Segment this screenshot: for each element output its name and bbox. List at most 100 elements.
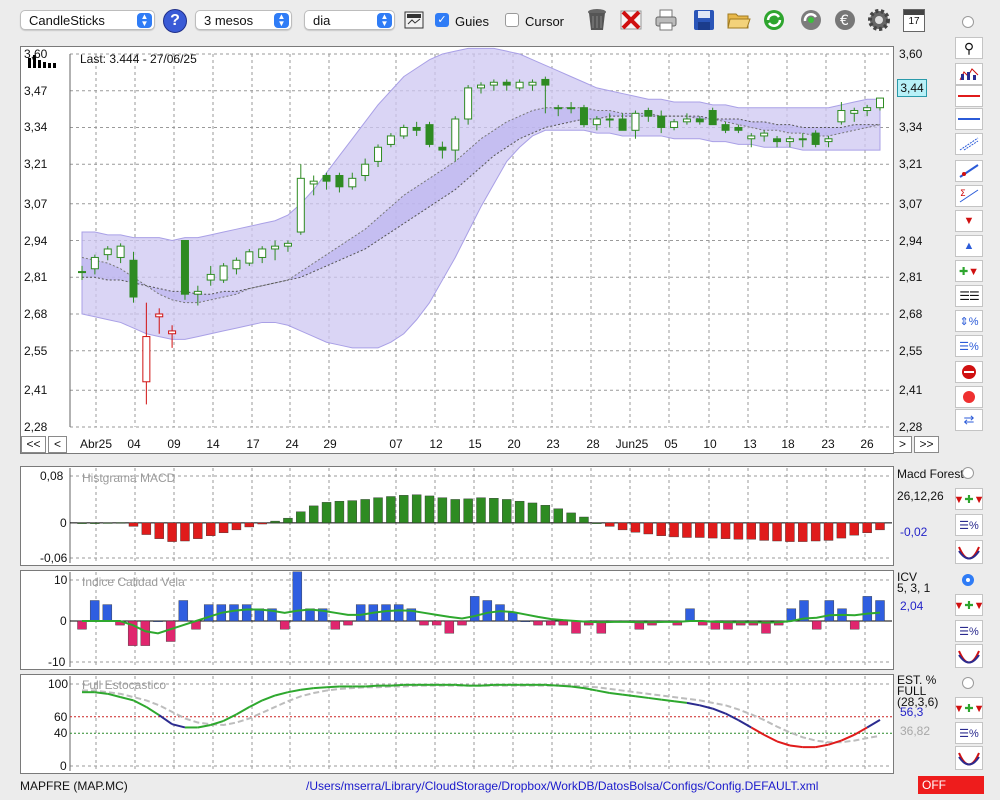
candle-body — [721, 124, 730, 131]
candle-body — [258, 248, 267, 258]
macd-scale-button[interactable]: ☰% — [955, 514, 983, 536]
cursor-label: Cursor — [525, 14, 565, 29]
icv-bar — [545, 620, 556, 626]
nav-next-button[interactable]: > — [893, 436, 912, 453]
record-tool-button[interactable] — [955, 386, 983, 408]
arrow-up-tool-button[interactable]: ▲ — [955, 235, 983, 257]
icv-radio[interactable] — [962, 574, 974, 586]
horizontal-line-red-tool-button[interactable] — [955, 85, 983, 107]
candle-body — [425, 124, 434, 145]
swap-tool-button[interactable]: ⇄ — [955, 409, 983, 431]
macd-signal-button[interactable]: ▼✚▼ — [954, 488, 985, 510]
candle-body — [180, 240, 189, 295]
open-folder-button[interactable] — [725, 6, 753, 34]
update-button[interactable] — [797, 6, 825, 34]
macd-bar — [321, 502, 332, 524]
config-path-link[interactable]: /Users/mserra/Library/CloudStorage/Dropb… — [306, 779, 818, 793]
stochastic-radio[interactable] — [962, 677, 974, 689]
log-percent-tool-button[interactable]: ☰% — [955, 335, 983, 357]
candle-body — [515, 81, 524, 89]
icv-scale-button[interactable]: ☰% — [955, 620, 983, 642]
x-tick-label: 26 — [860, 437, 874, 451]
x-tick-label: 15 — [468, 437, 482, 451]
macd-bar — [115, 522, 126, 524]
x-tick-label: 10 — [703, 437, 717, 451]
plot-area — [70, 571, 892, 668]
fibonacci-tool-button[interactable]: Σ — [955, 185, 983, 207]
channel-tool-button[interactable] — [955, 133, 983, 155]
x-tick-label: 17 — [246, 437, 260, 451]
fibonacci-icon: Σ — [958, 188, 980, 204]
stop-tool-button[interactable] — [955, 361, 983, 383]
candle-body — [309, 180, 318, 185]
chart-type-select[interactable]: CandleSticks ▲ ▼ — [20, 10, 155, 30]
grid-tool-button[interactable]: ☰☰ — [955, 285, 983, 307]
icv-bar — [431, 620, 442, 626]
macd-bar — [746, 522, 756, 540]
nav-first-button[interactable]: << — [21, 436, 46, 453]
calculator-button[interactable] — [400, 6, 428, 34]
x-tick-label: 24 — [285, 437, 299, 451]
delete-button[interactable] — [617, 6, 645, 34]
icv-bar — [330, 620, 341, 630]
macd-bar — [450, 499, 460, 524]
stochastic-style-button[interactable] — [955, 746, 983, 770]
icv-bar — [279, 620, 290, 630]
currency-button[interactable]: € — [831, 6, 859, 34]
status-off-badge[interactable]: OFF — [918, 776, 984, 794]
save-button[interactable] — [690, 6, 718, 34]
magnifier-tool-button[interactable]: ⚲ — [955, 37, 983, 59]
macd-bar — [399, 495, 409, 524]
stochastic-k-segment — [313, 686, 327, 690]
macd-radio[interactable] — [962, 467, 974, 479]
stochastic-scale-button[interactable]: ☰% — [955, 722, 983, 744]
trend-line-tool-button[interactable] — [955, 160, 983, 182]
x-tick-label: 23 — [546, 437, 560, 451]
nav-last-button[interactable]: >> — [914, 436, 939, 453]
main-panel-radio[interactable] — [962, 16, 974, 28]
stochastic-y-tick: 0 — [60, 759, 67, 773]
macd-style-button[interactable] — [955, 540, 983, 564]
candle-body — [90, 256, 99, 270]
cursor-checkbox[interactable] — [505, 13, 519, 27]
macd-bar — [154, 522, 164, 539]
horizontal-line-blue-tool-button[interactable] — [955, 108, 983, 130]
icv-style-button[interactable] — [955, 644, 983, 668]
trash-button[interactable] — [583, 6, 611, 34]
icv-bar — [571, 620, 581, 634]
candle-body — [773, 138, 782, 143]
chevron-updown-icon: ▲ ▼ — [377, 13, 392, 28]
macd-bar — [128, 522, 139, 527]
add-signal-tool-button[interactable]: ✚▼ — [955, 260, 983, 282]
guides-checkbox[interactable]: ✓ — [435, 13, 449, 27]
icv-y-tick: 0 — [60, 614, 67, 628]
icv-signal-button[interactable]: ▼✚▼ — [953, 594, 985, 616]
channel-icon — [958, 136, 980, 152]
period-select[interactable]: 3 mesos ▲ ▼ — [195, 10, 292, 30]
help-button[interactable]: ? — [163, 9, 187, 33]
x-tick-label: 18 — [781, 437, 795, 451]
icv-bar — [507, 612, 518, 622]
stochastic-signal-button[interactable]: ▼✚▼ — [954, 697, 985, 719]
icv-title: Indice Calidad Vela — [82, 575, 185, 589]
signals-icon: ▼✚▼ — [953, 599, 985, 612]
icv-bar — [685, 608, 695, 622]
candles-tool-button[interactable] — [955, 63, 983, 85]
icv-bar — [520, 620, 531, 623]
macd-bar — [695, 522, 705, 538]
refresh-button[interactable] — [760, 6, 788, 34]
candle-body — [322, 175, 331, 182]
trend-line-icon — [958, 163, 980, 179]
macd-bar — [849, 522, 859, 536]
settings-button[interactable] — [865, 6, 893, 34]
add-signal-icon: ✚▼ — [958, 265, 980, 278]
print-button[interactable] — [652, 6, 680, 34]
main-chart-svg — [69, 47, 892, 428]
nav-prev-button[interactable]: < — [48, 436, 67, 453]
macd-bar — [875, 522, 885, 531]
calendar-button[interactable]: 17 — [900, 6, 928, 34]
interval-select[interactable]: dia ▲ ▼ — [304, 10, 395, 30]
arrow-down-tool-button[interactable]: ▼ — [955, 210, 983, 232]
scale-percent-tool-button[interactable]: ⇕% — [955, 310, 983, 332]
macd-title: Histgrama MACD — [82, 471, 176, 485]
